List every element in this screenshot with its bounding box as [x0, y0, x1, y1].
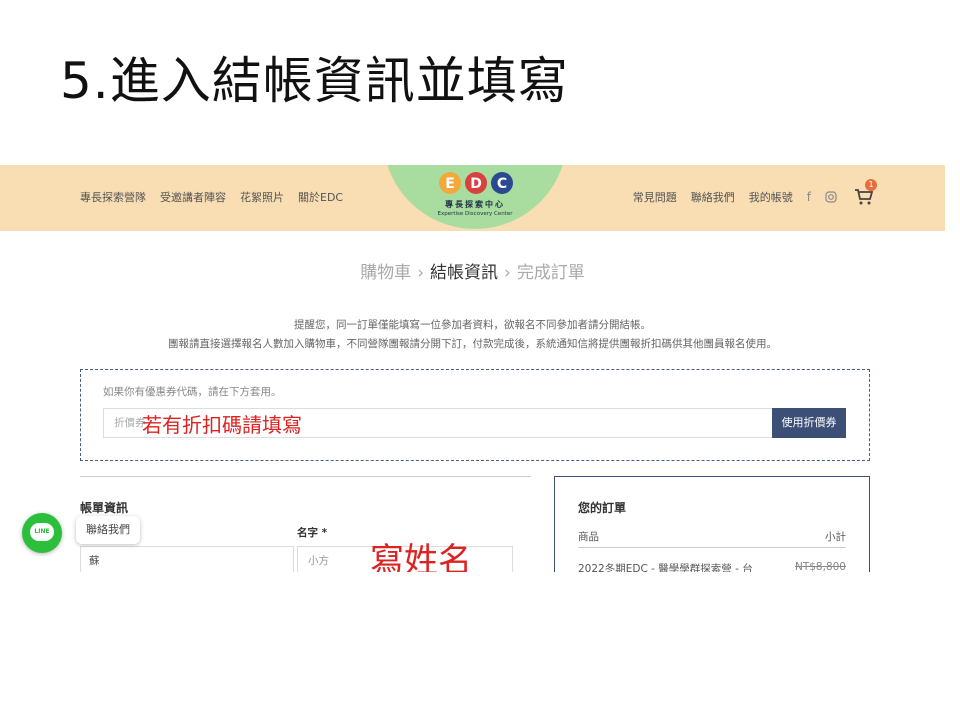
order-col-product: 商品	[578, 531, 599, 543]
order-item-price: NT$8,800	[794, 561, 846, 572]
slide-title: 5.進入結帳資訊並填寫	[60, 52, 569, 110]
step-complete: 完成訂單	[516, 263, 585, 283]
logo-letter-d: D	[470, 176, 482, 192]
logo-chinese-name: 專長探索中心	[445, 200, 505, 209]
nav-item-speakers[interactable]: 受邀講者陣容	[160, 189, 226, 205]
line-chat-button[interactable]: LINE	[22, 513, 62, 553]
contact-chip[interactable]: 聯絡我們	[76, 516, 140, 544]
instagram-icon[interactable]	[825, 191, 837, 203]
site-header: 專長探索營隊 受邀講者陣容 花絮照片 關於EDC E D C 專長探索中心 Ex…	[0, 165, 945, 231]
nav-item-account[interactable]: 我的帳號	[749, 189, 793, 205]
chevron-right-icon: ›	[504, 263, 511, 283]
order-item-name: 2022冬期EDC - 醫學學群探索營 - 台	[578, 563, 753, 572]
last-name-field[interactable]: 蘇	[80, 546, 294, 572]
order-summary: 您的訂單 商品 小計 2022冬期EDC - 醫學學群探索營 - 台 NT$8,…	[554, 476, 870, 572]
checkout-steps: 購物車 › 結帳資訊 › 完成訂單	[0, 258, 945, 283]
secondary-nav: 常見問題 聯絡我們 我的帳號 f	[633, 189, 873, 205]
nav-item-contact[interactable]: 聯絡我們	[691, 189, 735, 205]
order-title: 您的訂單	[578, 501, 627, 515]
billing-title: 帳單資訊	[80, 501, 129, 515]
notice-line-1: 提醒您，同一訂單僅能填寫一位參加者資料，欲報名不同參加者請分開結帳。	[294, 319, 651, 331]
checkout-screenshot: 專長探索營隊 受邀講者陣容 花絮照片 關於EDC E D C 專長探索中心 Ex…	[0, 165, 945, 572]
notice-line-2: 團報請直接選擇報名人數加入購物車，不同營隊團報請分開下訂，付款完成後，系統通知信…	[168, 338, 777, 350]
main-nav: 專長探索營隊 受邀講者陣容 花絮照片 關於EDC	[80, 189, 343, 205]
facebook-icon[interactable]: f	[807, 190, 811, 204]
line-chat-icon: LINE	[30, 523, 54, 541]
order-col-subtotal: 小計	[825, 531, 846, 543]
logo-letter-c: C	[497, 176, 507, 192]
name-annotation: 寫姓名	[370, 541, 472, 572]
nav-item-photos[interactable]: 花絮照片	[240, 189, 284, 205]
nav-item-camps[interactable]: 專長探索營隊	[80, 189, 146, 205]
coupon-hint: 如果你有優惠券代碼，請在下方套用。	[103, 386, 282, 398]
nav-item-about[interactable]: 關於EDC	[298, 189, 343, 205]
nav-item-faq[interactable]: 常見問題	[633, 189, 677, 205]
order-divider	[578, 547, 846, 548]
cart-count-badge: 1	[865, 179, 877, 191]
first-name-label: 名字 *	[297, 527, 328, 539]
step-checkout: 結帳資訊	[430, 263, 498, 283]
coupon-annotation: 若有折扣碼請填寫	[142, 413, 302, 437]
chevron-right-icon: ›	[417, 263, 424, 283]
logo-english-name: Expertise Discovery Center	[437, 211, 513, 217]
apply-coupon-button[interactable]: 使用折價券	[772, 408, 846, 438]
step-cart[interactable]: 購物車	[360, 263, 411, 283]
edc-logo[interactable]: E D C	[438, 171, 514, 195]
billing-divider	[80, 476, 531, 477]
logo-letter-e: E	[445, 176, 455, 192]
